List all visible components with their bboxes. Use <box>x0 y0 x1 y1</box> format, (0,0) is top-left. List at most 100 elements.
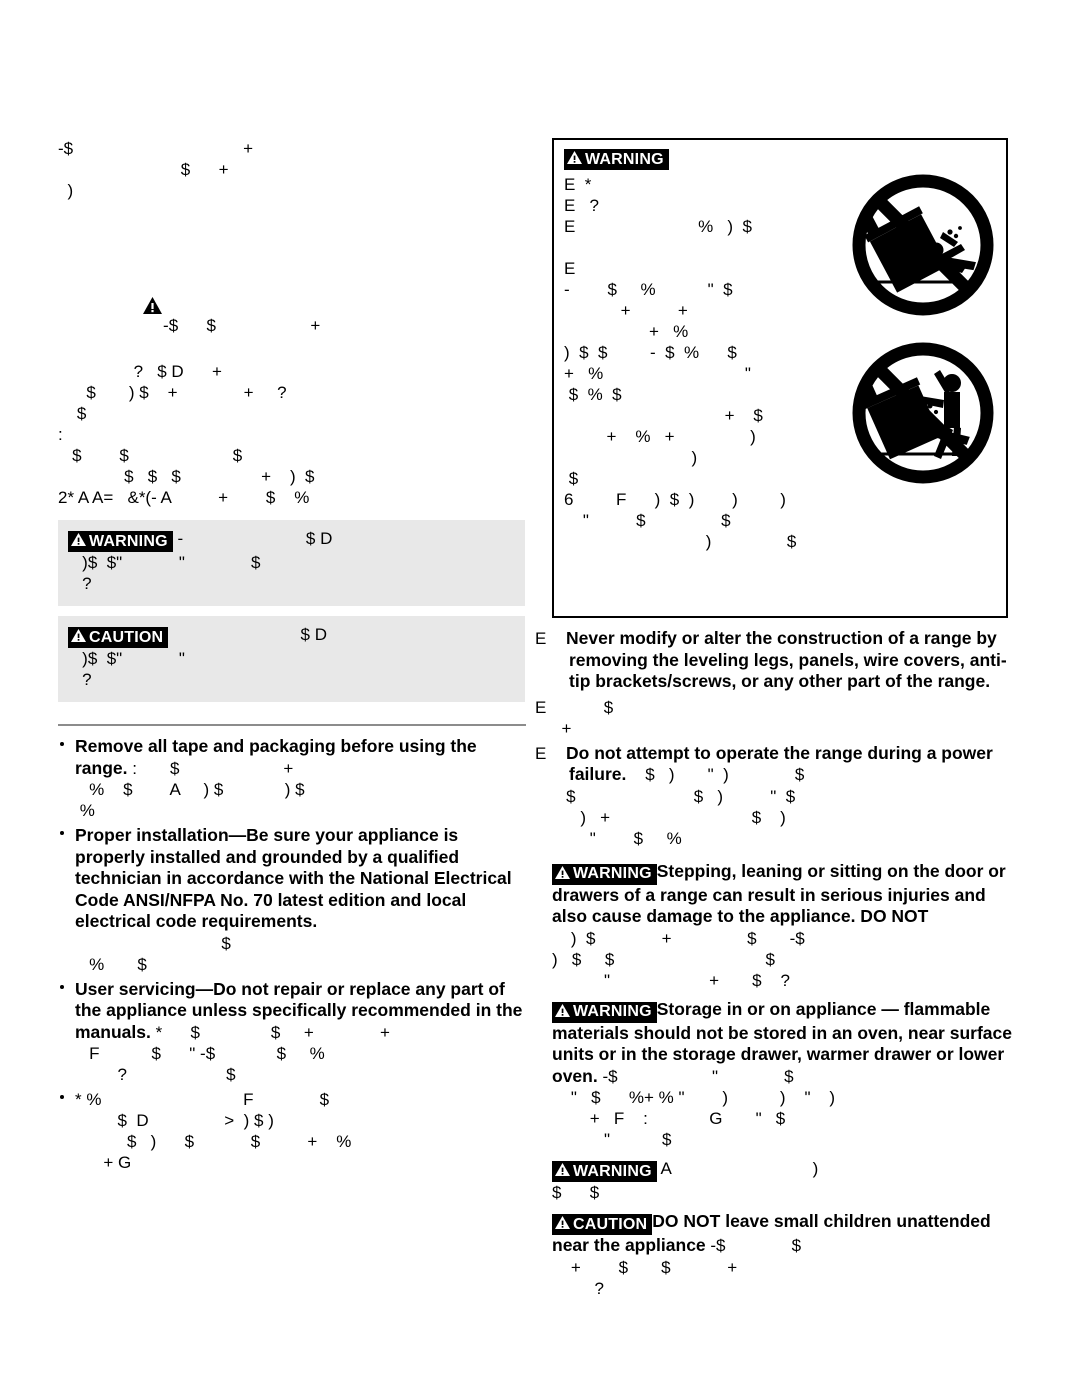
left-column: -$ + $ + ) -$ $ + ? $ D + $) $ + + ? $ … <box>58 138 528 1177</box>
anti-tip-line: + + <box>564 301 688 320</box>
bullet-dot-icon <box>60 984 64 989</box>
anti-tip-line: ) $ <box>564 532 797 551</box>
triangle-line: $ $ $ + ) $ <box>58 467 315 486</box>
intro-text-block: -$ + $ + ) <box>58 138 528 201</box>
list-item: E Never modify or alter the construction … <box>535 628 1020 693</box>
caution-panel-line: ? <box>68 670 92 689</box>
caution-panel-first-line: CAUTION $ D <box>68 624 515 648</box>
notice-line: " $ <box>552 1130 672 1149</box>
warning-panel-trail: - $ D <box>172 529 333 548</box>
caution-badge-label: CAUTION <box>89 628 164 646</box>
anti-tip-line: E ? <box>564 196 599 215</box>
anti-tip-line <box>564 237 864 258</box>
right-item-list: E Never modify or alter the construction … <box>535 628 1020 849</box>
anti-tip-line: + % " <box>564 364 751 383</box>
bullet-trail-text: * $ $ + + <box>150 1022 390 1042</box>
notice-block: WARNING Stepping, leaning or sitting on t… <box>552 861 1020 991</box>
no-tipping-range-child-icon <box>852 174 994 316</box>
notice-line: + F : G " $ <box>552 1109 786 1128</box>
anti-tip-line: " $ $ <box>564 511 731 530</box>
notice-line: ) $ + $ -$ <box>552 928 805 948</box>
notice-block: WARNING Storage in or on appliance — flam… <box>552 999 1020 1151</box>
warning-badge-label: WARNING <box>573 1003 652 1020</box>
caution-panel-trail: $ D <box>168 625 327 644</box>
item-marker: E <box>535 697 547 717</box>
warning-triangle-icon <box>555 865 570 883</box>
warning-badge-label: WARNING <box>573 865 652 882</box>
warning-badge-label: WARNING <box>89 532 168 550</box>
warning-badge: WARNING <box>68 531 173 552</box>
bullet-line: % <box>75 801 95 820</box>
bullet-body: * % F $ $ D > ) $ ) $ ) $ $ + % + G <box>75 1089 528 1173</box>
list-item: User servicing—Do not repair or replace … <box>58 979 528 1086</box>
warning-triangle-icon <box>555 1003 570 1021</box>
list-item: Remove all tape and packaging before usi… <box>58 736 528 821</box>
triangle-first-line: -$ $ + <box>58 255 528 361</box>
bullet-line: $ ) $ $ + % <box>75 1132 352 1151</box>
item-trail-text: $ <box>566 697 614 717</box>
anti-tip-line: E <box>564 259 576 278</box>
intro-line: -$ + <box>58 139 254 158</box>
warning-panel-line: ? <box>68 574 92 593</box>
item-line: + <box>552 718 572 738</box>
warning-badge-label: WARNING <box>585 150 664 168</box>
warning-panel: WARNING - $ D )$ $" " $ ? <box>58 520 525 606</box>
triangle-line: $ <box>58 404 87 423</box>
warning-badge-label: WARNING <box>573 1162 652 1180</box>
item-marker: E <box>535 629 547 648</box>
notice-list: WARNING Stepping, leaning or sitting on t… <box>552 861 1020 1299</box>
bullet-body: Proper installation—Be sure your applian… <box>75 825 528 975</box>
notice-block: CAUTION DO NOT leave small children unatt… <box>552 1211 1020 1299</box>
bullet-dot-icon <box>60 1095 64 1099</box>
notice-line: ? <box>552 1278 604 1298</box>
warning-badge: WARNING <box>552 1161 657 1182</box>
bullet-trail-text: : $ + <box>127 758 294 778</box>
caution-panel: CAUTION $ D )$ $" " ? <box>58 616 525 702</box>
anti-tip-line: $ % $ <box>564 385 622 404</box>
list-item: Proper installation—Be sure your applian… <box>58 825 528 975</box>
notice-line: ) $ $ $ <box>552 949 775 969</box>
warning-triangle-icon <box>71 629 86 646</box>
warning-panel-first-line: WARNING - $ D <box>68 528 515 552</box>
warning-triangle-icon <box>555 1216 570 1233</box>
notice-line: + $ $ + <box>552 1257 738 1277</box>
anti-tip-line: E % ) $ <box>564 217 752 236</box>
notice-block: WARNING A ) $ $ <box>552 1158 1020 1203</box>
caution-badge-label: CAUTION <box>573 1215 648 1233</box>
triangle-line: ? $ D + <box>58 362 222 381</box>
triangle-warning-block: -$ $ + ? $ D + $ ) $ + + ? $ : $ $ $ $ $… <box>58 255 528 508</box>
bullet-line: F $ " -$ $ % <box>75 1044 325 1063</box>
list-item: * % F $ $ D > ) $ ) $ ) $ $ + % + G <box>58 1089 528 1173</box>
anti-tip-line: ) <box>564 448 698 467</box>
notice-trail-text: -$ " $ <box>597 1066 794 1086</box>
manual-page: -$ + $ + ) -$ $ + ? $ D + $) $ + + ? $ … <box>0 0 1080 1397</box>
anti-tip-line: $ <box>564 469 579 488</box>
warning-triangle-icon <box>96 276 163 340</box>
notice-trail-text: A ) <box>656 1159 819 1178</box>
anti-tip-line: E * <box>564 175 592 194</box>
anti-tip-line: - $ % " $ <box>564 280 733 299</box>
list-item: E $ + <box>535 697 1020 739</box>
bullet-line: % $ A ) $ ) $ <box>75 780 305 799</box>
bullet-line: % $ <box>75 954 147 974</box>
triangle-line: 2* A A= &*(- A + $ % <box>58 488 310 507</box>
anti-tip-line: + % + ) <box>564 427 756 446</box>
right-column: WARNING E * E ? E % ) $ E - $ % " $ + + <box>535 138 1020 1299</box>
anti-tip-line: + $ <box>564 406 763 425</box>
warning-badge: WARNING <box>564 149 669 170</box>
notice-line: " $ %+ % " ) ) " ) <box>552 1088 836 1107</box>
anti-tip-badge-row: WARNING <box>564 149 864 170</box>
list-item: E Do not attempt to operate the range dur… <box>535 743 1020 849</box>
warning-triangle-icon <box>71 533 86 550</box>
intro-line: $ + <box>58 160 229 179</box>
item-line: $ $ ) " $ <box>552 786 796 806</box>
anti-tip-figures <box>848 170 998 488</box>
notice-line: " + $ ? <box>552 970 790 990</box>
bullet-line: $ D > ) $ ) <box>75 1111 274 1130</box>
warning-panel-line: )$ $" " $ <box>68 553 261 572</box>
triangle-line: : <box>58 425 63 444</box>
caution-badge: CAUTION <box>68 627 169 648</box>
bullet-trail-text: * % F $ <box>75 1090 330 1109</box>
anti-tip-line: ) $ $ - $ % $ <box>564 343 737 362</box>
bullet-line: + G <box>75 1153 132 1172</box>
